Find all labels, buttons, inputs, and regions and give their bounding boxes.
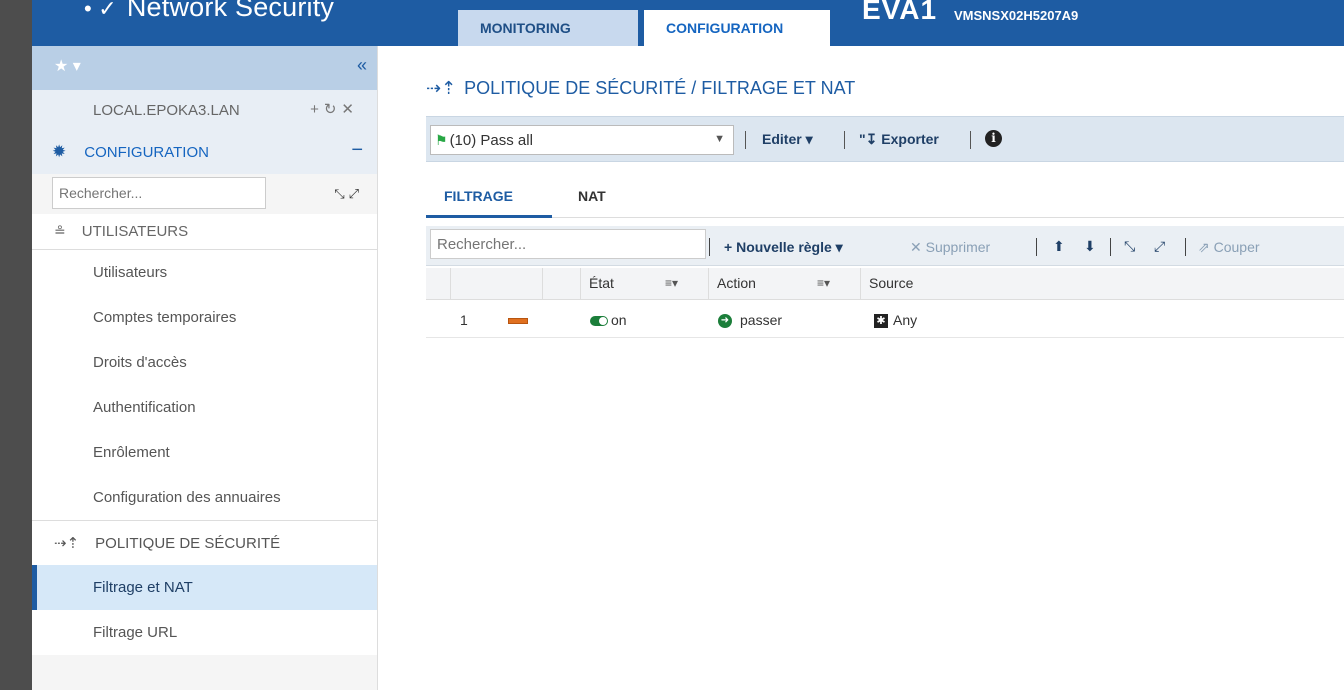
column-header-blank <box>426 268 451 300</box>
device-serial: VMSNSX02H5207A9 <box>954 8 1079 23</box>
host-row: LOCAL.EPOKA3.LAN +↻✕ <box>32 90 377 130</box>
add-icon[interactable]: + <box>310 101 324 118</box>
brand-logo-icon: • ✓ <box>84 0 117 21</box>
collapse-section-icon[interactable]: − <box>351 139 363 162</box>
tab-filtrage[interactable]: FILTRAGE <box>426 188 552 218</box>
sidebar-search-input[interactable] <box>52 177 266 209</box>
configuration-section[interactable]: ✹ CONFIGURATION − <box>32 130 377 174</box>
export-icon: "↧ <box>859 131 878 147</box>
edit-button[interactable]: Editer ▾ <box>762 131 813 148</box>
tab-monitoring[interactable]: MONITORING <box>458 10 638 46</box>
rule-color-tag <box>508 302 528 338</box>
policy-select[interactable]: ⚑ (10) Pass all ▼ <box>430 125 734 155</box>
security-policy-icon: ⇢⇡ <box>426 78 457 98</box>
rule-state[interactable]: on <box>590 302 627 338</box>
users-section-header[interactable]: ≗ UTILISATEURS <box>32 214 377 250</box>
nav-item-filtrage-url[interactable]: Filtrage URL <box>32 610 377 655</box>
nav-item-utilisateurs[interactable]: Utilisateurs <box>32 250 377 295</box>
host-name: LOCAL.EPOKA3.LAN <box>93 101 240 119</box>
host-actions: +↻✕ <box>310 100 359 118</box>
users-icon: ≗ <box>54 223 66 239</box>
nav-item-droits-acces[interactable]: Droits d'accès <box>32 340 377 385</box>
toolbar-divider <box>745 131 746 149</box>
policy-status-icon: ⚑ <box>435 131 448 148</box>
chevron-down-icon: ▼ <box>714 133 725 145</box>
toolbar-divider <box>970 131 971 149</box>
sidebar: ★ ▾ « LOCAL.EPOKA3.LAN +↻✕ ✹ CONFIGURATI… <box>32 46 378 690</box>
favorites-star-icon[interactable]: ★ ▾ <box>54 56 81 76</box>
nav-item-enrolement[interactable]: Enrôlement <box>32 430 377 475</box>
toolbar-divider <box>709 238 710 256</box>
favorites-bar: ★ ▾ « <box>32 46 377 90</box>
plus-icon: + <box>724 239 733 255</box>
sort-icon[interactable]: ≡▾ <box>817 268 830 298</box>
new-rule-button[interactable]: + Nouvelle règle ▾ <box>724 239 843 256</box>
info-icon[interactable]: i <box>985 130 1002 147</box>
device-model: EVA1 <box>862 0 938 25</box>
top-header: • ✓ Network Security MONITORING CONFIGURA… <box>32 0 1344 46</box>
toolbar-divider <box>844 131 845 149</box>
collapse-expand-icons[interactable]: ⤡⤢ <box>334 186 363 202</box>
policy-toolbar: ⚑ (10) Pass all ▼ Editer ▾ "↧ Exporter i <box>426 116 1344 162</box>
toolbar-divider <box>1185 238 1186 256</box>
gear-icon: ✹ <box>52 142 67 161</box>
nav-item-filtrage-nat[interactable]: Filtrage et NAT <box>32 565 377 610</box>
rules-grid-header: État ≡▾ Action ≡▾ Source <box>426 268 1344 300</box>
move-up-icon[interactable]: ⬆ <box>1053 238 1065 255</box>
security-policy-icon: ⇢⇡ <box>54 535 80 552</box>
security-nav-list: Filtrage et NAT Filtrage URL <box>32 565 377 655</box>
collapse-sidebar-icon[interactable]: « <box>357 55 367 76</box>
brand-title: • ✓ Network Security <box>84 0 334 23</box>
tab-configuration[interactable]: CONFIGURATION <box>644 10 830 46</box>
rule-action: ➜ passer <box>718 302 782 338</box>
table-row[interactable]: 1 on ➜ passer ✱ Any <box>426 302 1344 338</box>
toolbar-divider <box>1036 238 1037 256</box>
x-icon: ✕ <box>910 239 922 255</box>
nav-item-configuration-annuaires[interactable]: Configuration des annuaires <box>32 475 377 520</box>
expand-all-icon[interactable]: ⤢ <box>1154 238 1165 255</box>
refresh-icon[interactable]: ↻ <box>324 101 342 118</box>
pass-arrow-icon: ➜ <box>718 314 732 329</box>
cut-button[interactable]: ⇗ Couper <box>1198 239 1260 256</box>
sub-tabs: FILTRAGE NAT <box>426 188 1344 218</box>
column-header-state[interactable]: État ≡▾ <box>581 268 709 300</box>
users-nav-list: Utilisateurs Comptes temporaires Droits … <box>32 250 377 520</box>
configuration-label: CONFIGURATION <box>84 143 209 161</box>
tab-nat[interactable]: NAT <box>576 188 608 218</box>
delete-button[interactable]: ✕ Supprimer <box>910 239 990 256</box>
move-down-icon[interactable]: ⬇ <box>1084 238 1096 255</box>
close-icon[interactable]: ✕ <box>341 101 359 118</box>
security-policy-section-header[interactable]: ⇢⇡ POLITIQUE DE SÉCURITÉ <box>32 520 377 565</box>
nav-item-authentification[interactable]: Authentification <box>32 385 377 430</box>
column-header-source[interactable]: Source <box>861 268 1344 300</box>
column-header-color <box>543 268 581 300</box>
rule-number: 1 <box>460 312 468 328</box>
toggle-on-icon[interactable] <box>590 316 608 327</box>
any-object-icon: ✱ <box>874 314 888 329</box>
brand-text: Network Security <box>126 0 335 22</box>
cut-icon: ⇗ <box>1198 239 1210 255</box>
nav-item-comptes-temporaires[interactable]: Comptes temporaires <box>32 295 377 340</box>
sort-icon[interactable]: ≡▾ <box>665 268 678 298</box>
main-content: ⇢⇡ POLITIQUE DE SÉCURITÉ / FILTRAGE ET NA… <box>378 46 1344 690</box>
rule-source: ✱ Any <box>874 302 917 338</box>
column-header-action[interactable]: Action ≡▾ <box>709 268 861 300</box>
page-title: ⇢⇡ POLITIQUE DE SÉCURITÉ / FILTRAGE ET NA… <box>426 78 856 98</box>
rules-search-input[interactable] <box>430 229 706 259</box>
rules-toolbar: + Nouvelle règle ▾ ✕ Supprimer ⬆ ⬇ ⤡ ⤢ ⇗… <box>426 226 1344 266</box>
toolbar-divider <box>1110 238 1111 256</box>
export-button[interactable]: "↧ Exporter <box>859 131 939 148</box>
left-edge-bar <box>0 0 32 690</box>
sidebar-search-row: ⤡⤢ <box>32 174 377 214</box>
column-header-num <box>451 268 543 300</box>
collapse-all-icon[interactable]: ⤡ <box>1124 238 1135 255</box>
